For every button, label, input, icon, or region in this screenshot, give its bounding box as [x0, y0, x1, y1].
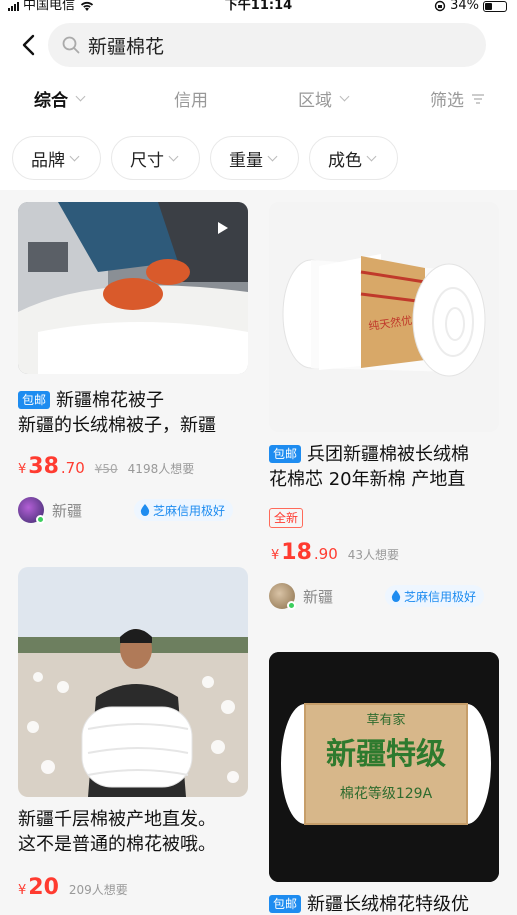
sort-tab-region[interactable]: 区域: [298, 86, 352, 111]
product-photo: [18, 202, 248, 374]
avatar: [269, 583, 296, 610]
chip-label: 尺寸: [130, 150, 164, 171]
battery-percent: 34%: [450, 0, 479, 13]
chip-label: 品牌: [31, 150, 65, 171]
title-line-2: 花棉芯 20年新棉 产地直: [269, 469, 466, 490]
sort-tab-label: 信用: [174, 91, 208, 111]
chip-label: 成色: [328, 150, 362, 171]
currency-symbol: ¥: [18, 462, 27, 477]
chevron-down-icon: [69, 151, 80, 161]
want-count: 4198人想要: [127, 462, 195, 476]
title-line-1: 新疆千层棉被产地直发。: [18, 809, 216, 830]
product-image[interactable]: [18, 202, 248, 374]
product-photo: 草有家 新疆特级 棉花等级129A: [269, 652, 499, 882]
product-card[interactable]: 纯天然优质棉被 包邮 兵团新疆棉被长绒棉 花棉芯 20年新棉 产地直 全新 ¥18…: [259, 190, 517, 630]
credit-label: 芝麻信用极好: [404, 589, 477, 604]
credit-badge: 芝麻信用极好: [385, 585, 485, 607]
product-image[interactable]: 纯天然优质棉被: [269, 202, 499, 432]
online-dot: [36, 515, 45, 524]
search-input[interactable]: 新疆棉花: [48, 23, 486, 67]
package-grade: 棉花等级129A: [340, 785, 433, 802]
seller-info[interactable]: 新疆: [269, 583, 334, 610]
filter-icon: [472, 93, 484, 104]
currency-symbol: ¥: [18, 883, 27, 898]
product-price: ¥20 209人想要: [18, 875, 128, 900]
credit-badge: 芝麻信用极好: [134, 499, 234, 521]
back-arrow-icon[interactable]: [18, 34, 40, 56]
chevron-down-icon: [75, 91, 86, 102]
free-shipping-badge: 包邮: [269, 895, 302, 913]
product-title: 包邮 新疆长绒棉花特级优: [269, 892, 509, 915]
product-image[interactable]: [18, 567, 248, 797]
price-decimal: .90: [313, 545, 338, 563]
price-integer: 18: [281, 540, 312, 565]
filter-chips: 品牌 尺寸 重量 成色: [0, 124, 517, 190]
chevron-down-icon: [339, 91, 350, 102]
free-shipping-badge: 包邮: [269, 445, 302, 463]
title-line-1: 兵团新疆棉被长绒棉: [307, 444, 470, 465]
seller-name: 新疆: [52, 501, 83, 520]
sort-tab-credit[interactable]: 信用: [174, 86, 208, 111]
sort-tab-label: 区域: [298, 91, 332, 111]
water-drop-icon: [391, 590, 401, 602]
title-line-1: 新疆长绒棉花特级优: [307, 894, 470, 915]
product-title: 包邮 新疆棉花被子 新疆的长绒棉被子，新疆: [18, 388, 253, 438]
orientation-lock-icon: [434, 0, 446, 12]
original-price: ¥50: [94, 462, 118, 476]
chip-weight[interactable]: 重量: [210, 136, 299, 180]
price-decimal: .70: [60, 459, 85, 477]
sort-tab-filter[interactable]: 筛选: [430, 86, 485, 111]
want-count: 43人想要: [347, 548, 400, 562]
chip-size[interactable]: 尺寸: [111, 136, 200, 180]
status-right: 34%: [434, 0, 507, 12]
package-brand: 草有家: [366, 712, 405, 728]
product-photo: [18, 567, 248, 797]
online-dot: [287, 601, 296, 610]
battery-icon: [483, 0, 507, 12]
chip-label: 重量: [229, 150, 263, 171]
credit-label: 芝麻信用极好: [153, 503, 226, 518]
title-line-2: 新疆的长绒棉被子，新疆: [18, 415, 216, 436]
product-title: 包邮 兵团新疆棉被长绒棉 花棉芯 20年新棉 产地直: [269, 442, 509, 492]
product-price: ¥38.70 ¥50 4198人想要: [18, 454, 194, 479]
chevron-down-icon: [366, 151, 377, 161]
sort-tab-comprehensive[interactable]: 综合: [34, 86, 88, 111]
chevron-down-icon: [267, 151, 278, 161]
water-drop-icon: [140, 504, 150, 516]
package-title: 新疆特级: [326, 737, 446, 772]
sort-tab-label: 筛选: [430, 91, 464, 111]
currency-symbol: ¥: [271, 548, 280, 563]
product-image[interactable]: 草有家 新疆特级 棉花等级129A: [269, 652, 499, 882]
price-integer: 20: [28, 875, 59, 900]
chip-condition[interactable]: 成色: [309, 136, 398, 180]
search-query: 新疆棉花: [88, 35, 165, 58]
avatar: [18, 497, 45, 524]
sort-bar: 综合 信用 区域 筛选: [0, 76, 517, 124]
price-integer: 38: [28, 454, 59, 479]
want-count: 209人想要: [68, 883, 128, 897]
status-bar: 中国电信 下午11:14 34%: [0, 0, 517, 14]
chip-brand[interactable]: 品牌: [12, 136, 101, 180]
search-icon: [62, 36, 80, 54]
title-line-2: 这不是普通的棉花被哦。: [18, 834, 216, 855]
product-card[interactable]: 包邮 新疆棉花被子 新疆的长绒棉被子，新疆 ¥38.70 ¥50 4198人想要 新疆…: [0, 190, 258, 550]
free-shipping-badge: 包邮: [18, 391, 51, 409]
title-line-1: 新疆棉花被子: [56, 390, 165, 411]
seller-name: 新疆: [303, 587, 334, 606]
new-badge: 全新: [269, 508, 304, 528]
product-card[interactable]: 草有家 新疆特级 棉花等级129A 包邮 新疆长绒棉花特级优: [259, 640, 517, 915]
product-photo: 纯天然优质棉被: [269, 202, 499, 432]
sort-tab-label: 综合: [34, 91, 68, 111]
product-price: ¥18.90 43人想要: [271, 540, 399, 565]
seller-info[interactable]: 新疆: [18, 497, 83, 524]
product-card[interactable]: 新疆千层棉被产地直发。 这不是普通的棉花被哦。 ¥20 209人想要: [0, 555, 258, 915]
search-header: 新疆棉花: [0, 14, 517, 76]
product-title: 新疆千层棉被产地直发。 这不是普通的棉花被哦。: [18, 807, 253, 857]
chevron-down-icon: [168, 151, 179, 161]
